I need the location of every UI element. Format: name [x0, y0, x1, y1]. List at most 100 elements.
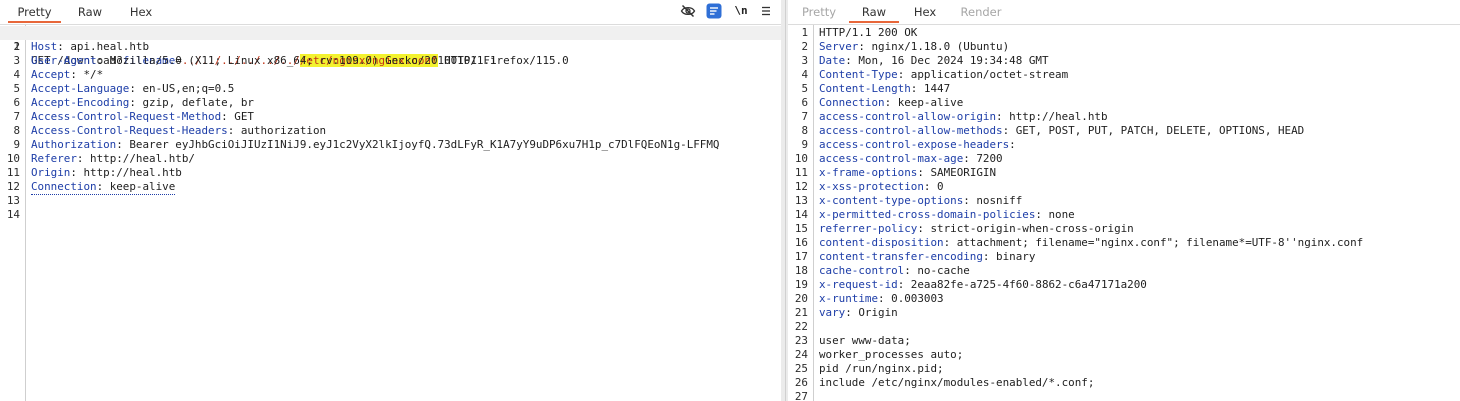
request-header-line: 6 Accept-Encoding: gzip, deflate, br [13, 96, 254, 109]
request-header-line: 3 User-Agent: Mozilla/5.0 (X11; Linux x86… [13, 54, 569, 67]
header-name: Connection [31, 180, 97, 193]
header-value: keep-alive [891, 96, 964, 109]
header-value: 7200 [969, 152, 1003, 165]
header-value: Origin [851, 306, 898, 319]
header-name: access-control-allow-origin [819, 110, 997, 123]
header-name: x-permitted-cross-domain-policies [819, 208, 1036, 221]
header-name: Accept [31, 68, 71, 81]
response-body-line: 22 [794, 320, 808, 333]
header-name: content-transfer-encoding [819, 250, 983, 263]
header-name: Host [31, 40, 58, 53]
response-header-line: 9 access-control-expose-headers: [801, 138, 1016, 151]
header-value: nosniff [969, 194, 1023, 207]
request-line: 1 GET /download?filename=../../../../../… [0, 26, 781, 67]
header-name: cache-control [819, 264, 905, 277]
header-name: x-runtime [819, 292, 879, 305]
response-header-line: 11 x-frame-options: SAMEORIGIN [794, 166, 997, 179]
response-header-line: 17 content-transfer-encoding: binary [794, 250, 1036, 263]
response-header-line: 3 Date: Mon, 16 Dec 2024 19:34:48 GMT [801, 54, 1049, 67]
request-header-line: 9 Authorization: Bearer eyJhbGciOiJIUzI1N… [13, 138, 720, 151]
header-value: Mozilla/5.0 (X11; Linux x86_64; rv:109.0… [103, 54, 569, 67]
header-name: Connection [819, 96, 885, 109]
header-name: access-control-expose-headers [819, 138, 1010, 151]
header-name: Authorization [31, 138, 117, 151]
header-value: binary [989, 250, 1036, 263]
header-value: 0 [930, 180, 944, 193]
header-value: application/octet-stream [904, 68, 1069, 81]
newline-icon[interactable]: \n [733, 3, 749, 19]
response-header-line: 10 access-control-max-age: 7200 [794, 152, 1003, 165]
header-value: Mon, 16 Dec 2024 19:34:48 GMT [851, 54, 1049, 67]
request-pane: Pretty Raw Hex \n 1 GET /download?filena… [0, 0, 781, 401]
header-name: x-xss-protection [819, 180, 924, 193]
header-name: access-control-allow-methods [819, 124, 1003, 137]
response-body-line: 24 worker_processes auto; [794, 348, 964, 361]
header-name: Access-Control-Request-Headers [31, 124, 228, 137]
response-body-line: 23 user www-data; [794, 334, 911, 347]
header-name: Content-Type [819, 68, 898, 81]
header-value: http://heal.htb/ [83, 152, 195, 165]
header-value: GET [227, 110, 254, 123]
request-header-line: 12 Connection: keep-alive [6, 180, 176, 195]
header-name: content-disposition [819, 236, 944, 249]
pane-divider [785, 0, 786, 401]
tab-response-render[interactable]: Render [955, 0, 1007, 23]
tab-request-raw[interactable]: Raw [67, 0, 113, 23]
response-header-line: 2 Server: nginx/1.18.0 (Ubuntu) [801, 40, 1010, 53]
response-header-line: 19 x-request-id: 2eaa82fe-a725-4f60-8862-… [794, 278, 1147, 291]
menu-icon[interactable] [758, 3, 774, 19]
header-name: Content-Length [819, 82, 911, 95]
response-header-line: 14 x-permitted-cross-domain-policies: non… [794, 208, 1075, 221]
header-value: */* [76, 68, 104, 81]
response-header-line: 20 x-runtime: 0.003003 [794, 292, 944, 305]
request-header-line: 2 Host: api.heal.htb [13, 40, 150, 53]
status-line: 1 HTTP/1.1 200 OK [801, 26, 918, 39]
header-name: x-request-id [819, 278, 898, 291]
request-header-line: 10 Referer: http://heal.htb/ [6, 152, 195, 165]
header-value: no-cache [910, 264, 970, 277]
header-value: http://heal.htb [1002, 110, 1108, 123]
header-value: 1447 [917, 82, 951, 95]
header-name: access-control-max-age [819, 152, 964, 165]
header-name: Origin [31, 166, 71, 179]
tab-response-pretty[interactable]: Pretty [794, 0, 844, 23]
response-header-line: 16 content-disposition: attachment; filen… [794, 236, 1364, 249]
header-value: keep-alive [103, 180, 176, 193]
header-name: Server [819, 40, 859, 53]
response-header-line: 21 vary: Origin [794, 306, 898, 319]
response-header-line: 8 access-control-allow-methods: GET, POST… [801, 124, 1305, 137]
header-value: 0.003003 [884, 292, 944, 305]
header-name: User-Agent [31, 54, 97, 67]
header-value: authorization [234, 124, 327, 137]
request-header-line: 11 Origin: http://heal.htb [6, 166, 182, 179]
header-name: Access-Control-Request-Method [31, 110, 222, 123]
response-header-line: 5 Content-Length: 1447 [801, 82, 951, 95]
tab-request-pretty[interactable]: Pretty [8, 0, 61, 23]
header-value: Bearer eyJhbGciOiJIUzI1NiJ9.eyJ1c2VyX2lk… [122, 138, 720, 151]
request-empty-line: 14 [6, 208, 20, 221]
tab-request-hex[interactable]: Hex [118, 0, 164, 23]
tab-response-hex[interactable]: Hex [902, 0, 948, 23]
render-toggle-icon[interactable] [706, 3, 722, 19]
request-header-line: 8 Access-Control-Request-Headers: authori… [13, 124, 327, 137]
request-header-line: 5 Accept-Language: en-US,en;q=0.5 [13, 82, 235, 95]
response-header-line: 15 referrer-policy: strict-origin-when-cr… [794, 222, 1134, 235]
response-header-line: 18 cache-control: no-cache [794, 264, 970, 277]
request-header-line: 4 Accept: */* [13, 68, 104, 81]
tab-response-raw[interactable]: Raw [849, 0, 899, 23]
header-name: vary [819, 306, 846, 319]
header-name: x-frame-options [819, 166, 918, 179]
header-value: http://heal.htb [76, 166, 182, 179]
header-value: gzip, deflate, br [135, 96, 254, 109]
eye-slash-icon[interactable] [680, 3, 696, 19]
response-tab-bar: Pretty Raw Hex Render [788, 0, 1460, 25]
header-value: SAMEORIGIN [923, 166, 997, 179]
request-header-line: 7 Access-Control-Request-Method: GET [13, 110, 254, 123]
response-body-line: 26 include /etc/nginx/modules-enabled/*.c… [794, 376, 1095, 389]
response-pane: Pretty Raw Hex Render 1 HTTP/1.1 200 OK 2… [788, 0, 1460, 401]
header-name: Referer [31, 152, 77, 165]
response-empty-line: 27 [794, 390, 808, 401]
response-editor[interactable]: 1 HTTP/1.1 200 OK 2 Server: nginx/1.18.0 (… [788, 25, 1460, 401]
request-editor[interactable]: 1 GET /download?filename=../../../../../… [0, 25, 781, 401]
header-name: referrer-policy [819, 222, 918, 235]
